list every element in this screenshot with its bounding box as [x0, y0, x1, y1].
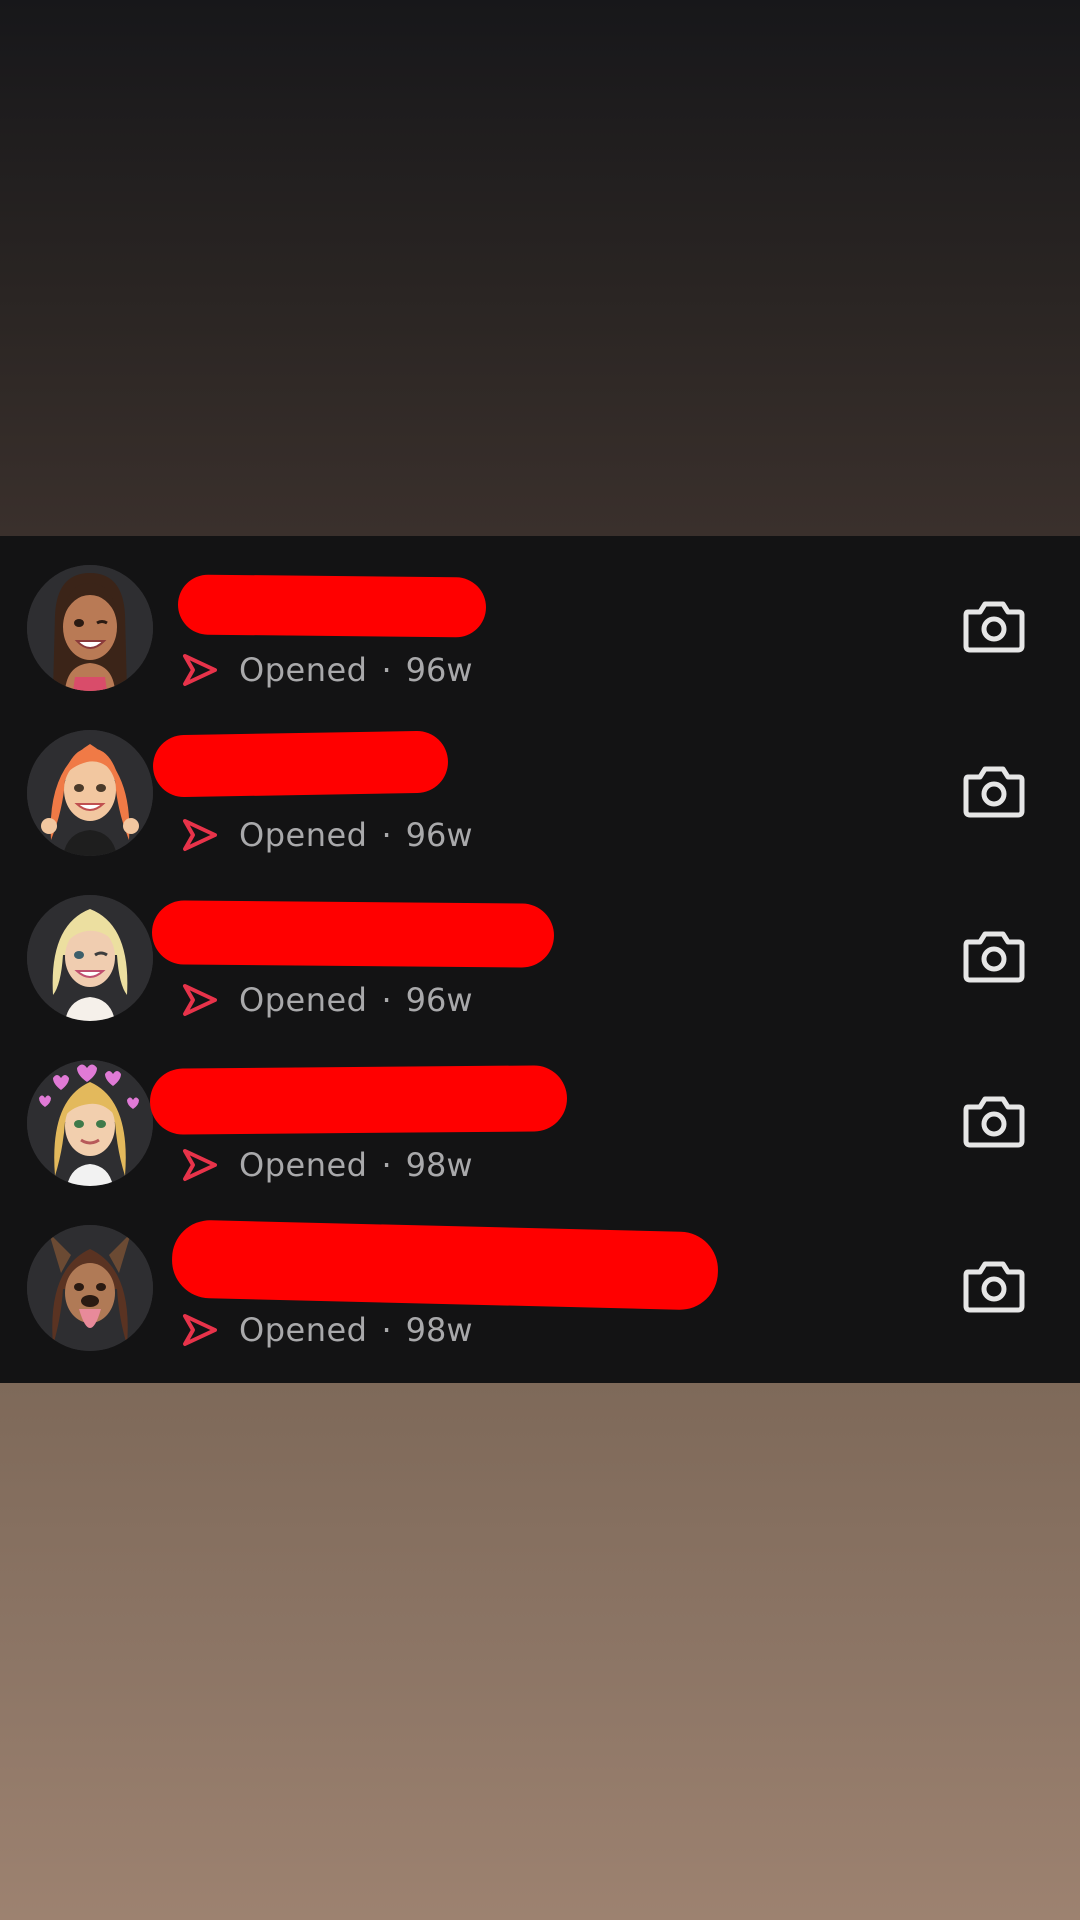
camera-button[interactable]	[962, 763, 1026, 819]
camera-icon[interactable]	[962, 598, 1026, 654]
camera-button[interactable]	[962, 598, 1026, 654]
message-age: 98w	[405, 1311, 473, 1349]
sent-arrow-icon	[183, 1314, 217, 1346]
message-age: 96w	[405, 651, 473, 689]
redacted-contact-name	[177, 574, 487, 638]
camera-button[interactable]	[962, 1093, 1026, 1149]
sent-arrow-icon	[183, 819, 217, 851]
chat-row[interactable]: Opened · 98w	[0, 1031, 1080, 1196]
message-age: 98w	[405, 1146, 473, 1184]
chat-row[interactable]: Opened · 96w	[0, 701, 1080, 866]
chat-row[interactable]: Opened · 98w	[0, 1196, 1080, 1361]
avatar[interactable]	[27, 565, 153, 691]
avatar[interactable]	[27, 1225, 153, 1351]
avatar[interactable]	[27, 1060, 153, 1186]
avatar[interactable]	[27, 730, 153, 856]
message-age: 96w	[405, 816, 473, 854]
avatar[interactable]	[27, 895, 153, 1021]
camera-button[interactable]	[962, 928, 1026, 984]
status-label: Opened	[239, 816, 368, 854]
camera-button[interactable]	[962, 1258, 1026, 1314]
camera-icon[interactable]	[962, 763, 1026, 819]
separator: ·	[381, 1311, 392, 1349]
chat-row[interactable]: Opened · 96w	[0, 536, 1080, 701]
separator: ·	[381, 981, 392, 1019]
camera-icon[interactable]	[962, 1093, 1026, 1149]
camera-icon[interactable]	[962, 1258, 1026, 1314]
chat-status: Opened · 96w	[181, 813, 473, 857]
redacted-contact-name	[149, 1065, 568, 1135]
chat-status: Opened · 96w	[181, 978, 473, 1022]
separator: ·	[381, 816, 392, 854]
redacted-contact-name	[171, 1219, 719, 1311]
chat-row[interactable]: Opened · 96w	[0, 866, 1080, 1031]
status-label: Opened	[239, 651, 368, 689]
sent-arrow-icon	[183, 1149, 217, 1181]
background-top	[0, 0, 1080, 536]
status-label: Opened	[239, 1311, 368, 1349]
chat-status: Opened · 96w	[181, 648, 473, 692]
separator: ·	[381, 1146, 392, 1184]
chat-status: Opened · 98w	[181, 1308, 473, 1352]
chat-list: Opened · 96w Opened · 96w Opened · 96w O…	[0, 536, 1080, 1383]
status-label: Opened	[239, 1146, 368, 1184]
redacted-contact-name	[151, 900, 555, 968]
message-age: 96w	[405, 981, 473, 1019]
background-bottom	[0, 1383, 1080, 1920]
chat-status: Opened · 98w	[181, 1143, 473, 1187]
redacted-contact-name	[152, 730, 449, 798]
status-label: Opened	[239, 981, 368, 1019]
sent-arrow-icon	[183, 984, 217, 1016]
sent-arrow-icon	[183, 654, 217, 686]
separator: ·	[381, 651, 392, 689]
camera-icon[interactable]	[962, 928, 1026, 984]
